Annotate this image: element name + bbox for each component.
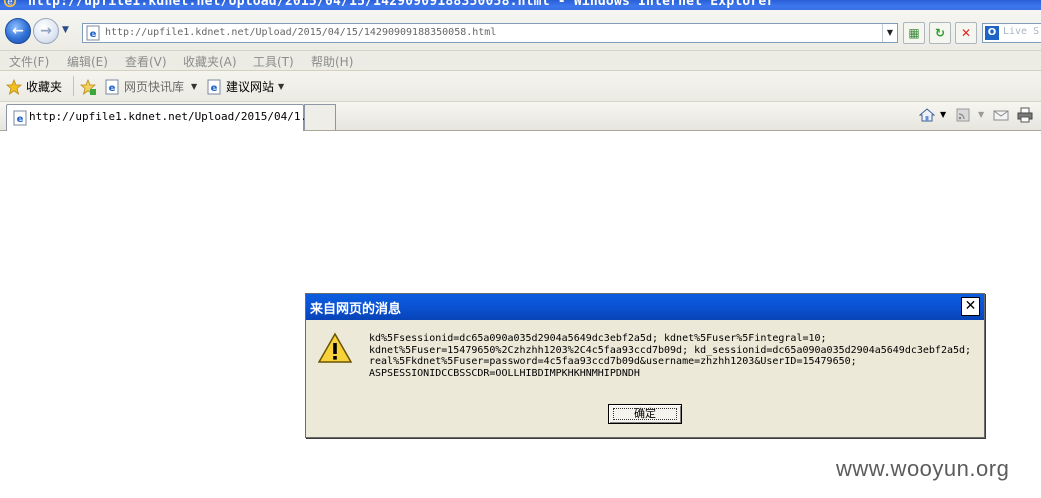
menu-file[interactable]: 文件(F) bbox=[9, 53, 49, 70]
alert-dialog: 来自网页的消息 ✕ kd%5Fsessionid=dc65a090a035d29… bbox=[305, 293, 985, 438]
suggested-sites-link[interactable]: 建议网站 bbox=[226, 78, 274, 95]
svg-text:e: e bbox=[211, 83, 218, 94]
ie-icon: e bbox=[3, 0, 17, 8]
favorites-bar: 收藏夹 e 网页快讯库 ▼ e 建议网站 ▼ bbox=[0, 71, 1041, 102]
menu-help[interactable]: 帮助(H) bbox=[311, 53, 353, 70]
page-icon: e bbox=[86, 25, 100, 41]
back-button[interactable]: ← bbox=[5, 18, 31, 44]
history-dropdown-icon[interactable]: ▼ bbox=[62, 25, 72, 35]
search-input[interactable]: O Live S bbox=[982, 23, 1041, 43]
tab-page-icon: e bbox=[13, 110, 27, 126]
favorites-button[interactable]: 收藏夹 bbox=[26, 78, 62, 95]
menu-view[interactable]: 查看(V) bbox=[125, 53, 167, 70]
home-icon[interactable] bbox=[919, 107, 935, 123]
dialog-message: kd%5Fsessionid=dc65a090a035d2904a5649dc3… bbox=[369, 333, 972, 379]
stop-icon: ✕ bbox=[960, 26, 972, 40]
favorites-separator bbox=[73, 76, 74, 96]
read-mail-icon[interactable] bbox=[993, 107, 1009, 123]
tab-active[interactable]: e http://upfile1.kdnet.net/Upload/2015/0… bbox=[6, 104, 320, 131]
title-bar: e http://upfile1.kdnet.net/Upload/2015/0… bbox=[0, 0, 1041, 10]
warning-icon bbox=[318, 332, 352, 363]
web-slice-dropdown-icon[interactable]: ▼ bbox=[191, 82, 197, 91]
back-arrow-icon: ← bbox=[12, 23, 24, 39]
compatibility-view-button[interactable]: ▦ bbox=[903, 22, 925, 44]
favorites-star-icon bbox=[6, 79, 22, 95]
dialog-close-button[interactable]: ✕ bbox=[961, 297, 980, 316]
web-slice-icon: e bbox=[105, 79, 119, 95]
address-toolbar: ← → ▼ e http://upfile1.kdnet.net/Upload/… bbox=[0, 10, 1041, 51]
menu-tools[interactable]: 工具(T) bbox=[253, 53, 294, 70]
address-url[interactable]: http://upfile1.kdnet.net/Upload/2015/04/… bbox=[105, 25, 496, 41]
add-favorite-icon[interactable] bbox=[80, 79, 96, 95]
forward-button[interactable]: → bbox=[33, 18, 59, 44]
suggested-sites-dropdown-icon[interactable]: ▼ bbox=[278, 82, 284, 91]
window-title: http://upfile1.kdnet.net/Upload/2015/04/… bbox=[28, 0, 775, 9]
tab-label: http://upfile1.kdnet.net/Upload/2015/04/… bbox=[29, 110, 321, 123]
ok-button[interactable]: 确定 bbox=[608, 404, 682, 424]
svg-text:e: e bbox=[90, 29, 97, 40]
stop-button[interactable]: ✕ bbox=[955, 22, 977, 44]
dialog-title-bar: 来自网页的消息 ✕ bbox=[306, 294, 984, 320]
refresh-icon: ↻ bbox=[934, 26, 946, 40]
svg-text:e: e bbox=[7, 0, 12, 8]
menu-edit[interactable]: 编辑(E) bbox=[67, 53, 108, 70]
search-placeholder: Live S bbox=[1003, 26, 1040, 37]
menu-favorites[interactable]: 收藏夹(A) bbox=[183, 53, 237, 70]
print-icon[interactable] bbox=[1017, 107, 1033, 123]
feeds-dropdown-icon[interactable]: ▼ bbox=[978, 110, 984, 119]
refresh-button[interactable]: ↻ bbox=[929, 22, 951, 44]
close-icon: ✕ bbox=[964, 298, 977, 314]
svg-text:e: e bbox=[109, 83, 116, 94]
web-slice-gallery-link[interactable]: 网页快讯库 bbox=[124, 78, 184, 95]
home-dropdown-icon[interactable]: ▼ bbox=[940, 110, 946, 119]
watermark: www.wooyun.org bbox=[836, 456, 1010, 481]
forward-arrow-icon: → bbox=[40, 23, 52, 39]
live-search-icon: O bbox=[985, 26, 999, 40]
svg-text:e: e bbox=[17, 114, 24, 125]
feeds-icon[interactable] bbox=[955, 107, 971, 123]
focus-ring bbox=[613, 408, 677, 420]
address-dropdown-icon[interactable]: ▼ bbox=[882, 24, 897, 42]
dialog-title: 来自网页的消息 bbox=[310, 302, 402, 317]
suggested-sites-icon: e bbox=[207, 79, 221, 95]
compatibility-icon: ▦ bbox=[908, 26, 920, 40]
address-input[interactable]: e http://upfile1.kdnet.net/Upload/2015/0… bbox=[82, 23, 898, 43]
menu-bar: 文件(F) 编辑(E) 查看(V) 收藏夹(A) 工具(T) 帮助(H) bbox=[0, 51, 1041, 71]
new-tab-button[interactable] bbox=[304, 104, 336, 130]
